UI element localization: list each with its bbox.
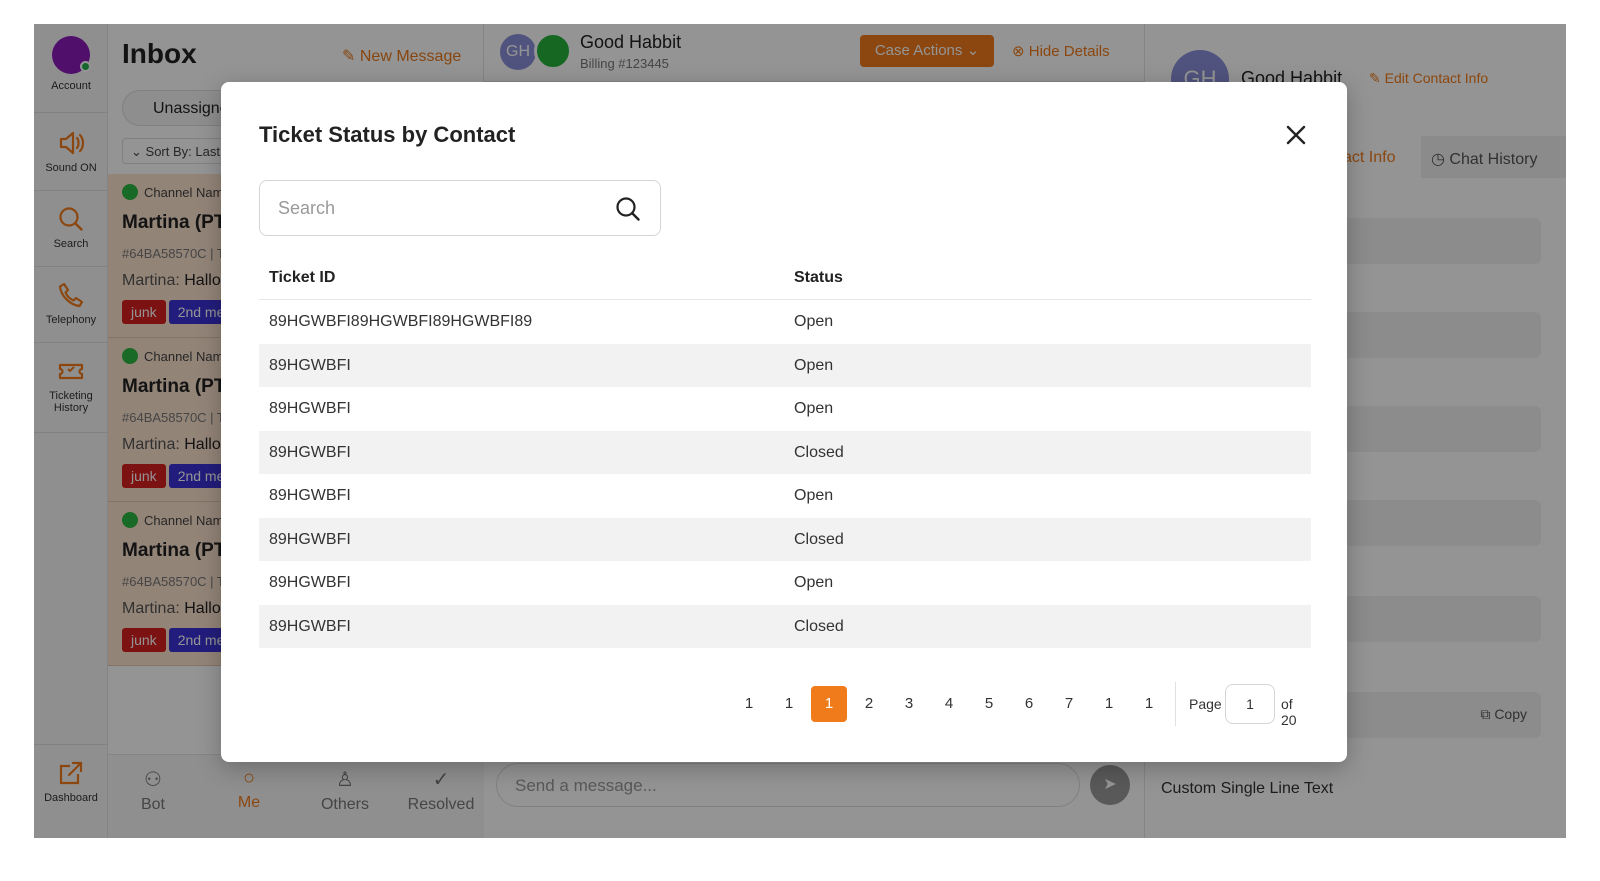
close-button[interactable] [1281,120,1311,150]
table-header: Ticket ID Status [259,254,1311,300]
page-button[interactable]: 4 [931,686,967,722]
ticket-id-cell: 89HGWBFI [269,530,351,548]
status-cell: Closed [794,530,844,548]
search-input[interactable] [260,181,600,235]
pagination-divider [1175,682,1176,726]
status-cell: Open [794,400,834,417]
modal-title: Ticket Status by Contact [259,122,516,147]
page-button[interactable]: 2 [851,686,887,722]
page-button[interactable]: 7 [1051,686,1087,722]
ticket-id-cell: 89HGWBFI [269,400,351,417]
ticket-id-cell: 89HGWBFI [269,574,351,591]
ticket-id-cell: 89HGWBFI [269,487,351,504]
table-row[interactable]: 89HGWBFI Closed [259,604,1311,648]
search-box [259,180,661,236]
ticket-status-modal: Ticket Status by Contact Ticket ID Statu… [221,82,1347,762]
table-row[interactable]: 89HGWBFI Closed [259,430,1311,474]
column-header-ticket-id: Ticket ID [269,269,336,286]
page-button-active[interactable]: 1 [811,686,847,722]
column-header-status: Status [794,269,843,286]
page-button[interactable]: 3 [891,686,927,722]
table-row[interactable]: 89HGWBFI Open [259,343,1311,387]
page-number-input[interactable]: 1 [1225,684,1275,724]
ticket-id-cell: 89HGWBFI [269,617,351,635]
page-button[interactable]: 1 [1091,686,1127,722]
table-body: 89HGWBFI89HGWBFI89HGWBFI89 Open 89HGWBFI O… [259,300,1311,648]
status-cell: Open [794,313,834,330]
table-row[interactable]: 89HGWBFI Open [259,387,1311,431]
page-button[interactable]: 1 [731,686,767,722]
search-icon[interactable] [614,195,642,223]
app-window: Account Sound ON Search Telephony Ticket… [34,24,1566,838]
table-row[interactable]: 89HGWBFI Open [259,474,1311,518]
ticket-id-cell: 89HGWBFI [269,443,351,461]
status-cell: Closed [794,617,844,635]
table-row[interactable]: 89HGWBFI89HGWBFI89HGWBFI89 Open [259,300,1311,344]
page-button[interactable]: 1 [1131,686,1167,722]
ticket-table: Ticket ID Status 89HGWBFI89HGWBFI89HGWBF… [259,254,1311,648]
close-icon [1286,125,1306,145]
status-cell: Open [794,574,834,591]
status-cell: Open [794,487,834,504]
page-button[interactable]: 1 [771,686,807,722]
table-row[interactable]: 89HGWBFI Open [259,561,1311,605]
page-button[interactable]: 6 [1011,686,1047,722]
page-button[interactable]: 5 [971,686,1007,722]
page-total: of 20 [1281,696,1297,728]
status-cell: Open [794,356,834,374]
table-row[interactable]: 89HGWBFI Closed [259,517,1311,561]
ticket-id-cell: 89HGWBFI [269,356,351,374]
page-label: Page [1189,696,1222,712]
status-cell: Closed [794,443,844,461]
ticket-id-cell: 89HGWBFI89HGWBFI89HGWBFI89 [269,313,533,330]
